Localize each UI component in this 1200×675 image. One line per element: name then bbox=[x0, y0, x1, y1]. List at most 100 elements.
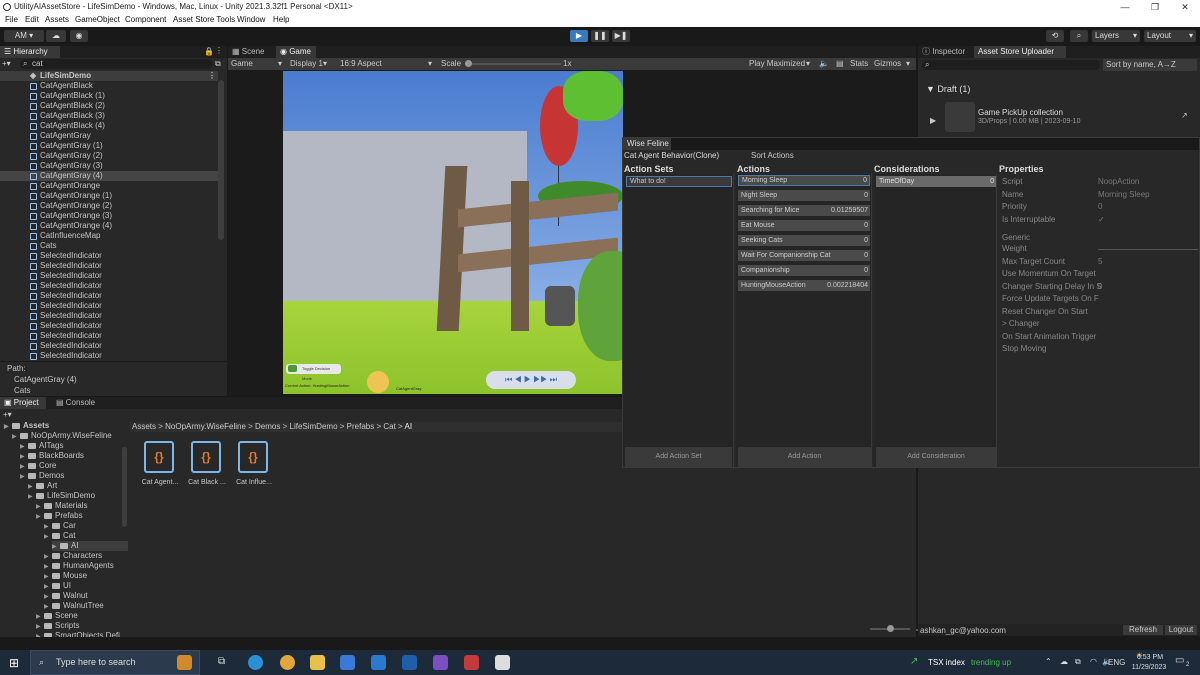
gizmos-button[interactable]: Gizmos bbox=[874, 59, 901, 68]
search-icon[interactable]: ⌕ bbox=[1070, 30, 1088, 42]
hierarchy-item[interactable]: CatAgentOrange (3) bbox=[0, 211, 218, 221]
expand-arrow-icon[interactable]: ▶ bbox=[36, 632, 44, 637]
folder-item[interactable]: ▶ Materials bbox=[36, 501, 128, 511]
uploader-search-input[interactable]: ⌕ bbox=[922, 60, 1100, 70]
tab-asset-store-uploader[interactable]: Asset Store Uploader bbox=[974, 46, 1066, 58]
folder-item[interactable]: ▶ Scripts bbox=[36, 621, 128, 631]
scale-slider[interactable] bbox=[466, 63, 561, 65]
action-item[interactable]: Eat Mouse 0 bbox=[738, 220, 870, 231]
asset-tile[interactable]: {} Cat Influe... bbox=[232, 441, 276, 491]
breadcrumb-item[interactable]: Prefabs bbox=[347, 422, 375, 431]
mute-icon[interactable]: 🔈 bbox=[819, 59, 829, 68]
breadcrumb-item[interactable]: Cat bbox=[383, 422, 395, 431]
cloud-icon[interactable]: ☁ bbox=[46, 30, 66, 42]
hierarchy-scrollbar[interactable] bbox=[218, 80, 224, 240]
chrome-icon[interactable] bbox=[280, 655, 295, 670]
folder-item[interactable]: ▶ UI bbox=[44, 581, 128, 591]
cloud-tray-icon[interactable]: ☁ bbox=[1060, 657, 1068, 666]
gizmos-arrow-icon[interactable]: ▾ bbox=[906, 59, 910, 68]
game-viewport[interactable]: Toggle Decision Mode Current Action: Hun… bbox=[283, 71, 623, 394]
menu-kebab-icon[interactable]: ⋮ bbox=[215, 46, 223, 55]
property-value[interactable]: 0 bbox=[1098, 281, 1102, 293]
hierarchy-item[interactable]: SelectedIndicator bbox=[0, 341, 218, 351]
hierarchy-item[interactable]: CatAgentOrange (2) bbox=[0, 201, 218, 211]
action-item[interactable]: Morning Sleep 0 bbox=[738, 175, 870, 186]
property-value[interactable]: NoopAction bbox=[1098, 176, 1139, 188]
hierarchy-item[interactable]: CatAgentBlack bbox=[0, 81, 218, 91]
hierarchy-item[interactable]: CatAgentBlack (2) bbox=[0, 101, 218, 111]
account-button[interactable]: AM ▾ bbox=[4, 30, 44, 42]
path-item[interactable]: CatAgentGray (4) bbox=[14, 375, 77, 384]
tray-icon[interactable]: ⧉ bbox=[1075, 657, 1081, 667]
sort-actions-button[interactable]: Sort Actions bbox=[751, 151, 794, 160]
layout-dropdown[interactable]: Layout ▾ bbox=[1144, 30, 1196, 42]
path-item[interactable]: Cats bbox=[14, 386, 30, 395]
step-button[interactable]: ▶❚ bbox=[612, 30, 630, 42]
action-item[interactable]: Seeking Cats 0 bbox=[738, 235, 870, 246]
filter-icon[interactable]: ⧉ bbox=[215, 59, 221, 69]
notification-icon[interactable]: ▭ bbox=[1175, 655, 1184, 666]
expand-arrow-icon[interactable]: ▶ bbox=[930, 116, 936, 125]
folder-item[interactable]: ▶ Prefabs bbox=[36, 511, 128, 521]
action-item[interactable]: Wait For Companionship Cat 0 bbox=[738, 250, 870, 261]
folder-item[interactable]: ▶ Car bbox=[44, 521, 128, 531]
store-icon[interactable] bbox=[340, 655, 355, 670]
hierarchy-item[interactable]: CatAgentGray bbox=[0, 131, 218, 141]
hierarchy-item[interactable]: SelectedIndicator bbox=[0, 261, 218, 271]
play-mode-dropdown[interactable]: Play Maximized bbox=[749, 59, 805, 68]
mail-icon[interactable] bbox=[371, 655, 386, 670]
tab-hierarchy[interactable]: ☰ Hierarchy bbox=[0, 46, 60, 58]
property-value[interactable]: ✓ bbox=[1098, 214, 1105, 226]
logout-button[interactable]: Logout bbox=[1165, 625, 1197, 635]
add-consideration-button[interactable]: Add Consideration bbox=[876, 447, 996, 467]
file-explorer-icon[interactable] bbox=[310, 655, 325, 670]
history-icon[interactable]: ⟲ bbox=[1046, 30, 1064, 42]
hierarchy-item[interactable]: SelectedIndicator bbox=[0, 251, 218, 261]
tab-project[interactable]: ▣ Project bbox=[0, 397, 46, 409]
hierarchy-item[interactable]: SelectedIndicator bbox=[0, 291, 218, 301]
icon-size-slider-handle[interactable] bbox=[887, 625, 894, 632]
folder-item[interactable]: ▶ HumanAgents bbox=[44, 561, 128, 571]
hierarchy-item[interactable]: CatAgentOrange (4) bbox=[0, 221, 218, 231]
taskbar-search-input[interactable]: ⌕ Type here to search bbox=[30, 650, 200, 675]
visual-studio-icon[interactable] bbox=[433, 655, 448, 670]
app-icon[interactable] bbox=[402, 655, 417, 670]
stats-button[interactable]: Stats bbox=[850, 59, 868, 68]
tab-inspector[interactable]: ⓘ Inspector bbox=[918, 46, 970, 58]
folder-item[interactable]: ▶ Art bbox=[28, 481, 128, 491]
widget-icon[interactable] bbox=[177, 655, 192, 670]
folder-item[interactable]: ▶ BlackBoards bbox=[20, 451, 128, 461]
folder-item[interactable]: ▶ Scene bbox=[36, 611, 128, 621]
property-value[interactable]: 5 bbox=[1098, 256, 1102, 268]
wise-feline-tab[interactable]: Wise Feline bbox=[623, 138, 671, 150]
aspect-dropdown[interactable]: 16:9 Aspect bbox=[340, 59, 382, 68]
menu-edit[interactable]: Edit bbox=[25, 15, 39, 24]
tab-scene[interactable]: ▦ Scene bbox=[228, 46, 270, 58]
time-controls[interactable]: ⏮ ◀ ▶ ▶▶ ⏭ bbox=[486, 371, 576, 389]
edge-icon[interactable] bbox=[248, 655, 263, 670]
hierarchy-item[interactable]: Cats bbox=[0, 241, 218, 251]
scene-kebab-icon[interactable]: ⋮ bbox=[208, 71, 216, 81]
clock-time[interactable]: 6:53 PM bbox=[1133, 654, 1167, 661]
menu-asset-store-tools[interactable]: Asset Store Tools bbox=[173, 15, 235, 24]
tab-game[interactable]: ◉ Game bbox=[276, 46, 316, 58]
hierarchy-item[interactable]: CatAgentGray (3) bbox=[0, 161, 218, 171]
unity-taskbar-icon[interactable] bbox=[495, 655, 510, 670]
hierarchy-item[interactable]: SelectedIndicator bbox=[0, 281, 218, 291]
hierarchy-item[interactable]: CatAgentOrange bbox=[0, 181, 218, 191]
collab-icon[interactable]: ◉ bbox=[70, 30, 88, 42]
layers-dropdown[interactable]: Layers ▾ bbox=[1092, 30, 1140, 42]
close-icon[interactable]: ✕ bbox=[1170, 0, 1200, 14]
hierarchy-item[interactable]: SelectedIndicator bbox=[0, 321, 218, 331]
action-item[interactable]: Night Sleep 0 bbox=[738, 190, 870, 201]
hierarchy-item[interactable]: SelectedIndicator bbox=[0, 301, 218, 311]
lock-icon[interactable]: 🔒 bbox=[204, 47, 214, 56]
hierarchy-item[interactable]: CatInfluenceMap bbox=[0, 231, 218, 241]
language-indicator[interactable]: ENG bbox=[1108, 658, 1125, 667]
expand-arrow-icon[interactable]: ▶ bbox=[4, 422, 12, 432]
play-button[interactable]: ▶ bbox=[570, 30, 588, 42]
add-action-button[interactable]: Add Action bbox=[738, 447, 871, 467]
menu-help[interactable]: Help bbox=[273, 15, 289, 24]
folder-item[interactable]: ▶ Assets bbox=[4, 421, 128, 431]
scale-slider-handle[interactable] bbox=[465, 60, 472, 67]
